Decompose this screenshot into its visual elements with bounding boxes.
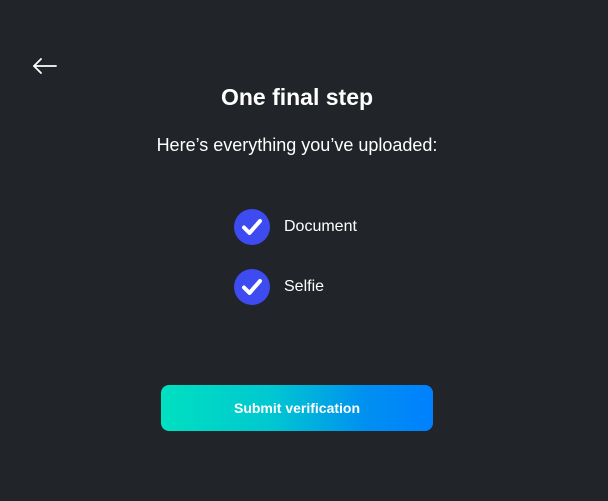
check-circle-icon bbox=[234, 209, 270, 245]
page-title: One final step bbox=[220, 84, 374, 110]
upload-item-selfie: Selfie bbox=[234, 269, 324, 305]
submit-verification-button[interactable]: Submit verification bbox=[161, 385, 433, 431]
back-button[interactable] bbox=[30, 54, 60, 78]
upload-item-label: Selfie bbox=[284, 278, 325, 295]
page-subtitle: Here’s everything you’ve uploaded: bbox=[156, 135, 438, 155]
upload-item-label: Document bbox=[284, 218, 357, 235]
check-circle-icon bbox=[234, 269, 270, 305]
upload-item-document: Document bbox=[234, 209, 357, 245]
arrow-left-icon bbox=[33, 58, 57, 74]
